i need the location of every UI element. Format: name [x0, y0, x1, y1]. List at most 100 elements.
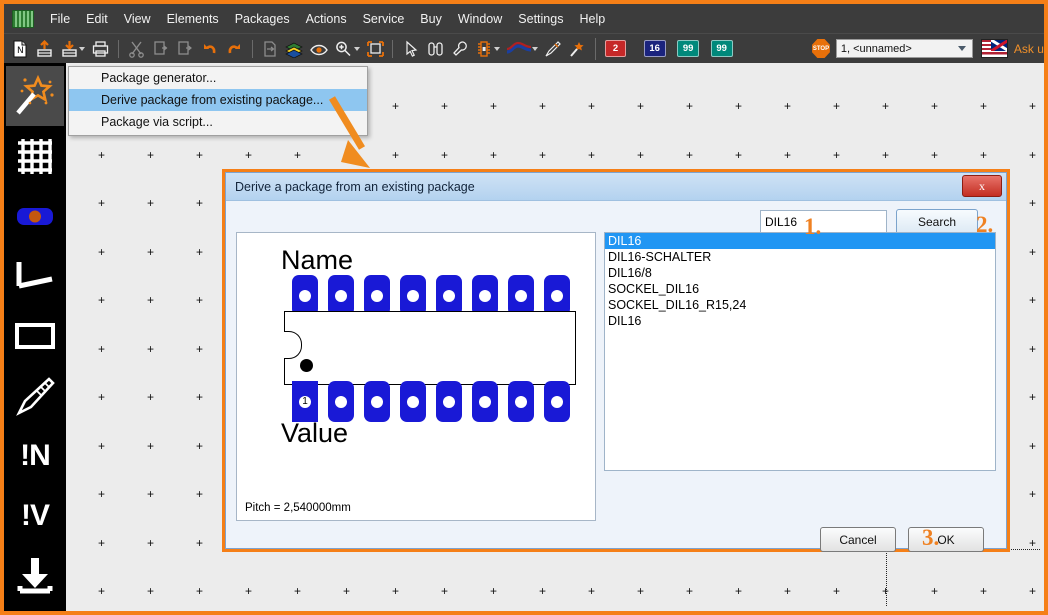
grid-mark: + [196, 536, 204, 550]
us-uk-flag-icon[interactable] [981, 39, 1008, 58]
layers-icon[interactable] [283, 37, 306, 61]
visibility-eye-icon[interactable] [308, 37, 331, 61]
pad-top-3 [364, 275, 390, 316]
menu-buy[interactable]: Buy [412, 8, 450, 30]
undo-icon[interactable] [199, 37, 222, 61]
grid-mark: + [147, 584, 155, 598]
import-icon[interactable] [259, 37, 282, 61]
menu-view[interactable]: View [116, 8, 159, 30]
grid-mark: + [1029, 487, 1037, 501]
grid-mark: + [147, 245, 155, 259]
grid-mark: + [833, 99, 841, 113]
zoom-icon[interactable] [332, 37, 355, 61]
tool-grid[interactable] [6, 126, 64, 186]
grid-mark: + [588, 99, 596, 113]
menu-bar: File Edit View Elements Packages Actions… [4, 4, 1044, 33]
menu-item-derive-package[interactable]: Derive package from existing package... [69, 89, 367, 111]
list-item[interactable]: DIL16/8 [605, 265, 995, 281]
grid-mark: + [147, 536, 155, 550]
close-x-icon[interactable]: x [962, 175, 1002, 197]
grid-mark: + [784, 148, 792, 162]
search-results-list[interactable]: DIL16 DIL16-SCHALTER DIL16/8 SOCKEL_DIL1… [604, 232, 996, 471]
cut-icon[interactable] [125, 37, 148, 61]
grid-mark: + [98, 245, 106, 259]
application-window: File Edit View Elements Packages Actions… [0, 0, 1048, 615]
menu-window[interactable]: Window [450, 8, 510, 30]
grid-mark: + [392, 99, 400, 113]
menu-settings[interactable]: Settings [510, 8, 571, 30]
menu-packages[interactable]: Packages [227, 8, 298, 30]
grid-mark: + [833, 148, 841, 162]
list-item[interactable]: DIL16 [605, 233, 995, 249]
package-body-outline [284, 311, 576, 385]
menu-item-package-generator[interactable]: Package generator... [69, 67, 367, 89]
redo-icon[interactable] [223, 37, 246, 61]
tool-place[interactable] [6, 546, 64, 606]
select-cursor-icon[interactable] [399, 37, 422, 61]
menu-item-package-via-script[interactable]: Package via script... [69, 111, 367, 133]
grid-mark: + [294, 584, 302, 598]
magic-wand-icon[interactable] [566, 37, 589, 61]
grid-mark: + [196, 439, 204, 453]
ask-label[interactable]: Ask u [1014, 42, 1044, 56]
grid-mark: + [686, 584, 694, 598]
grid-mark: + [147, 487, 155, 501]
grid-mark: + [686, 148, 694, 162]
print-icon[interactable] [89, 37, 112, 61]
tool-rectangle[interactable] [6, 306, 64, 366]
grid-mark: + [98, 584, 106, 598]
settings-wrench-icon[interactable] [448, 37, 471, 61]
open-file-icon[interactable] [33, 37, 56, 61]
fit-view-icon[interactable] [364, 37, 387, 61]
grid-mark: + [833, 584, 841, 598]
search-input[interactable] [760, 210, 887, 234]
dialog-title: Derive a package from an existing packag… [235, 179, 475, 194]
component-chip-icon[interactable] [473, 37, 496, 61]
grid-mark: + [98, 293, 106, 307]
grid-mark: + [98, 487, 106, 501]
tool-pencil[interactable] [6, 366, 64, 426]
tool-line[interactable] [6, 246, 64, 306]
pin-one-label: 1 [299, 395, 311, 408]
tool-name-text[interactable]: !N [6, 426, 64, 486]
menu-elements[interactable]: Elements [159, 8, 227, 30]
list-item[interactable]: SOCKEL_DIL16_R15,24 [605, 297, 995, 313]
new-document-icon[interactable]: N [9, 37, 32, 61]
grid-mark: + [98, 390, 106, 404]
brush-tools-icon[interactable] [542, 37, 565, 61]
menu-service[interactable]: Service [355, 8, 413, 30]
menu-file[interactable]: File [42, 8, 78, 30]
copy-icon[interactable] [149, 37, 172, 61]
list-item[interactable]: DIL16-SCHALTER [605, 249, 995, 265]
tool-pad[interactable] [6, 186, 64, 246]
stop-icon[interactable]: STOP [812, 39, 830, 58]
derive-package-dialog: Derive a package from an existing packag… [222, 169, 1010, 552]
pin1-marker-dot [300, 359, 313, 372]
grid-mark: + [637, 148, 645, 162]
grid-mark: + [882, 148, 890, 162]
tool-value-text[interactable]: !V [6, 486, 64, 546]
find-binoculars-icon[interactable] [424, 37, 447, 61]
save-file-icon[interactable] [58, 37, 81, 61]
paste-icon[interactable] [174, 37, 197, 61]
grid-mark: + [1029, 245, 1037, 259]
pad-bottom-2 [328, 381, 354, 422]
menu-help[interactable]: Help [571, 8, 613, 30]
grid-mark: + [196, 245, 204, 259]
sheet-select[interactable]: 1, <unnamed> [835, 39, 974, 58]
layer-badge-99-a[interactable]: 99 [677, 40, 699, 57]
trace-route-icon[interactable] [504, 37, 532, 61]
grid-mark: + [98, 148, 106, 162]
layer-badge-99-b[interactable]: 99 [710, 40, 733, 57]
list-item[interactable]: DIL16 [605, 313, 995, 329]
menu-edit[interactable]: Edit [78, 8, 116, 30]
cancel-button[interactable]: Cancel [820, 527, 896, 552]
tool-magic-wand[interactable] [6, 66, 64, 126]
list-item[interactable]: SOCKEL_DIL16 [605, 281, 995, 297]
layer-badge-16[interactable]: 16 [643, 40, 666, 57]
ok-button[interactable]: OK [908, 527, 984, 552]
layer-badge-2[interactable]: 2 [604, 40, 627, 57]
chevron-down-icon[interactable] [958, 46, 967, 51]
menu-actions[interactable]: Actions [298, 8, 355, 30]
tool-rail: !N !V [4, 63, 66, 611]
